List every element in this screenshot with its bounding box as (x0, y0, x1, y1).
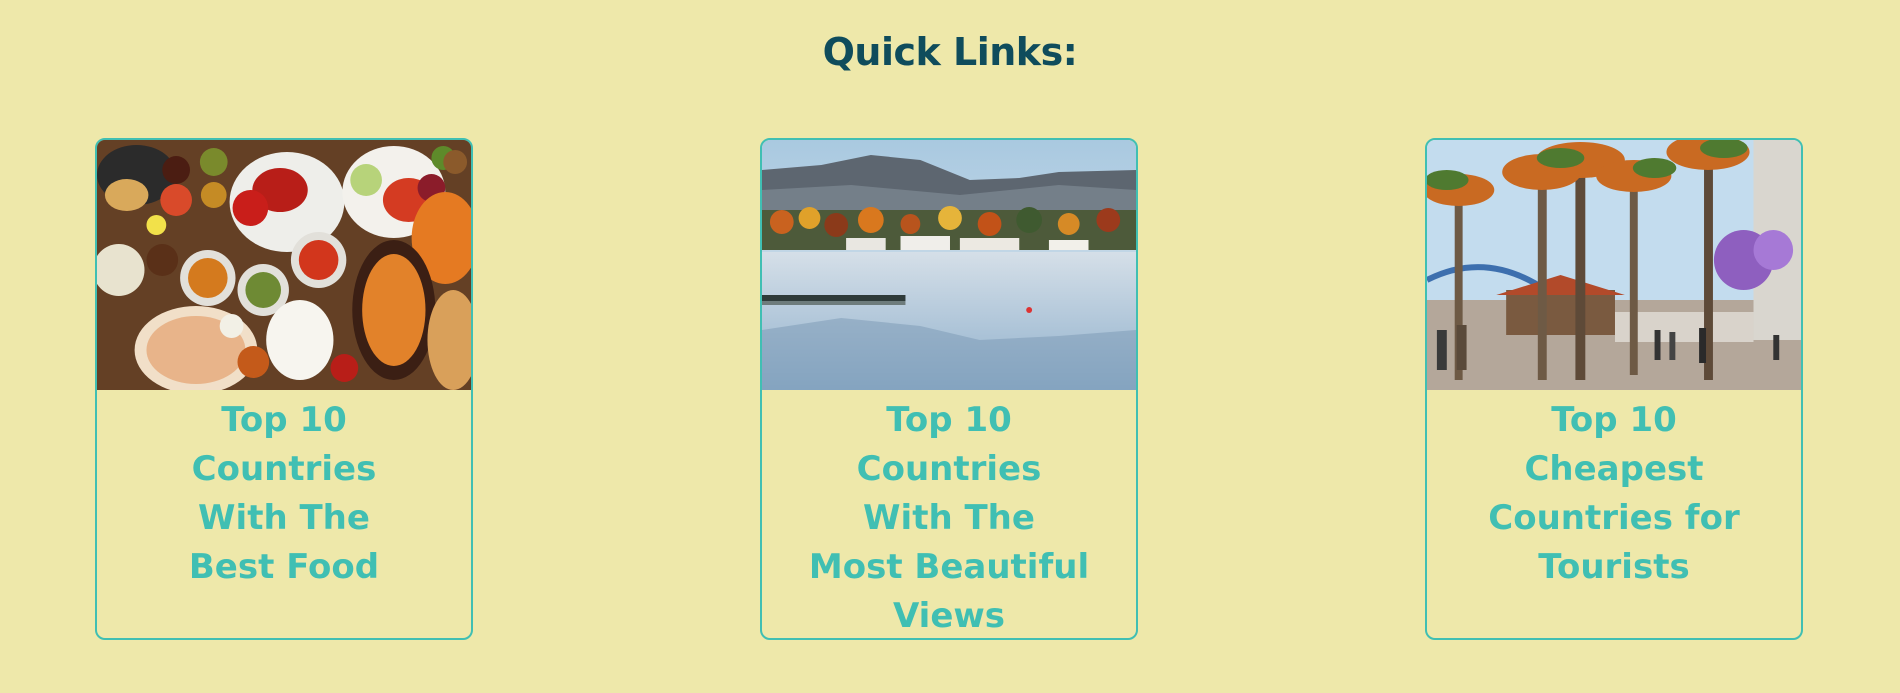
lake-mountain-photo[interactable] (762, 140, 1136, 390)
card-title[interactable]: Top 10 Cheapest Countries for Tourists (1427, 390, 1801, 592)
food-spread-photo[interactable] (97, 140, 471, 390)
palm-plaza-photo[interactable] (1427, 140, 1801, 390)
quick-link-card-cheapest-countries[interactable]: Top 10 Cheapest Countries for Tourists (1425, 138, 1803, 640)
quick-link-card-beautiful-views[interactable]: Top 10 Countries With The Most Beautiful… (760, 138, 1138, 640)
card-title[interactable]: Top 10 Countries With The Best Food (97, 390, 471, 592)
quick-link-card-best-food[interactable]: Top 10 Countries With The Best Food (95, 138, 473, 640)
quick-links-heading: Quick Links: (822, 30, 1078, 74)
card-title[interactable]: Top 10 Countries With The Most Beautiful… (762, 390, 1136, 638)
page: Quick Links: Top 10 Countries With The B… (0, 0, 1900, 693)
